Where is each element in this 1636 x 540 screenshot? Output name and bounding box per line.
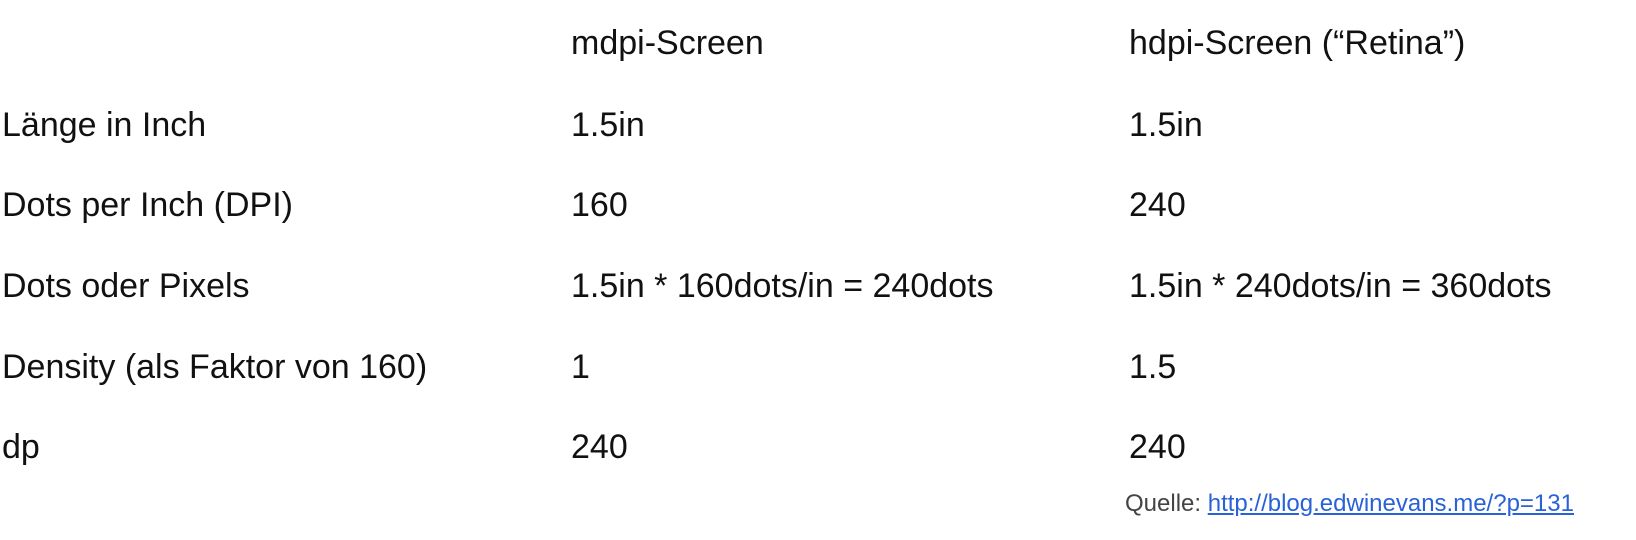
row-label: Länge in Inch bbox=[2, 106, 207, 144]
source-label: Quelle: bbox=[1125, 490, 1208, 517]
mdpi-value: 1.5in * 160dots/in = 240dots bbox=[571, 267, 994, 305]
hdpi-value: 1.5in * 240dots/in = 360dots bbox=[1129, 267, 1552, 305]
hdpi-value: 240 bbox=[1129, 428, 1186, 466]
table-row: Dots oder Pixels 1.5in * 160dots/in = 24… bbox=[0, 258, 1636, 314]
mdpi-value: 240 bbox=[571, 428, 628, 466]
row-label: Density (als Faktor von 160) bbox=[2, 348, 428, 386]
table-row: dp 240 240 bbox=[0, 419, 1636, 475]
header-cell-hdpi: hdpi-Screen (“Retina”) bbox=[1129, 24, 1466, 62]
source-citation: Quelle: http://blog.edwinevans.me/?p=131 bbox=[1125, 486, 1574, 522]
table-row: Density (als Faktor von 160) 1 1.5 bbox=[0, 339, 1636, 395]
header-cell-mdpi: mdpi-Screen bbox=[571, 24, 764, 62]
row-label: Dots per Inch (DPI) bbox=[2, 186, 293, 224]
hdpi-value: 240 bbox=[1129, 186, 1186, 224]
mdpi-value: 1.5in bbox=[571, 106, 645, 144]
table-row: Dots per Inch (DPI) 160 240 bbox=[0, 177, 1636, 233]
mdpi-value: 160 bbox=[571, 186, 628, 224]
hdpi-value: 1.5in bbox=[1129, 106, 1203, 144]
mdpi-value: 1 bbox=[571, 348, 590, 386]
row-label: dp bbox=[2, 428, 40, 466]
table-header-row: mdpi-Screen hdpi-Screen (“Retina”) bbox=[0, 15, 1636, 71]
table-row: Länge in Inch 1.5in 1.5in bbox=[0, 97, 1636, 153]
hdpi-value: 1.5 bbox=[1129, 348, 1177, 386]
row-label: Dots oder Pixels bbox=[2, 267, 250, 305]
source-link[interactable]: http://blog.edwinevans.me/?p=131 bbox=[1208, 490, 1574, 517]
